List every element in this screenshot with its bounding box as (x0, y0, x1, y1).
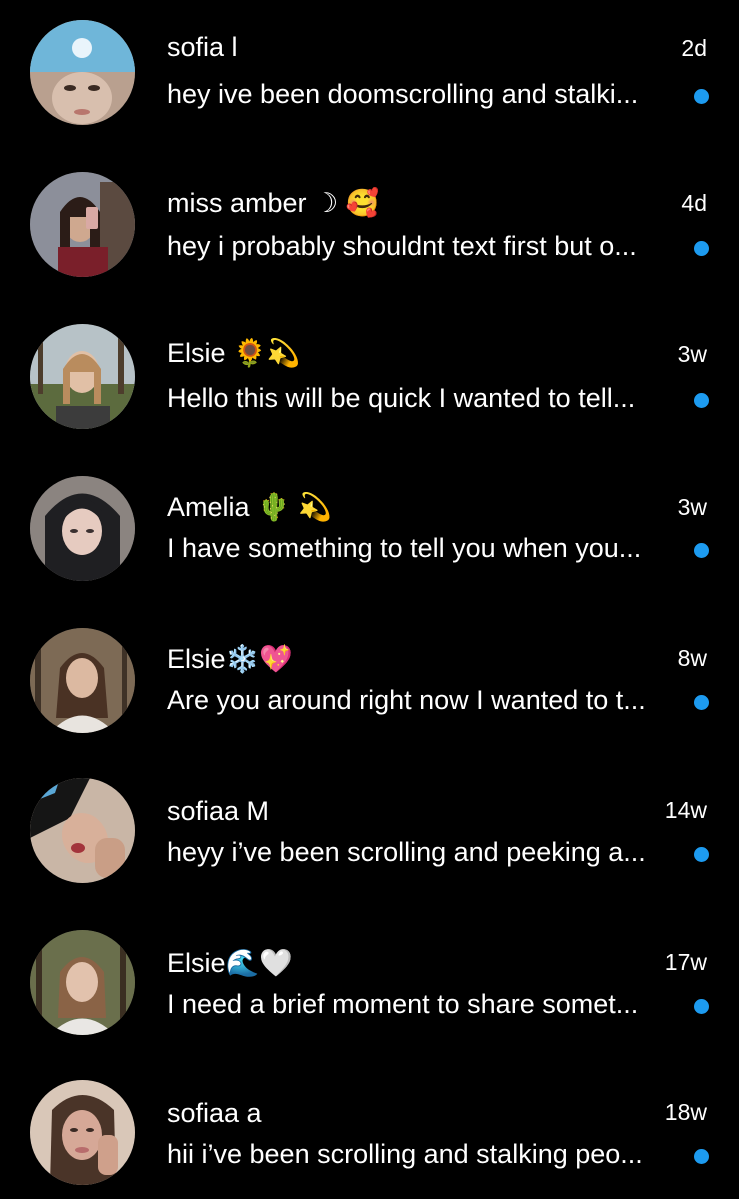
unread-dot-icon (694, 695, 709, 710)
thread-row[interactable]: sofiaa M 14w heyy i’ve been scrolling an… (0, 760, 739, 912)
message-preview: heyy i’ve been scrolling and peeking a..… (167, 837, 646, 867)
contact-name: Elsie🌊🤍 (167, 948, 293, 978)
timestamp: 18w (664, 1099, 707, 1125)
thread-row[interactable]: sofiaa a 18w hii i’ve been scrolling and… (0, 1064, 739, 1199)
person-avatar-icon[interactable] (30, 20, 135, 125)
thread-row[interactable]: Amelia 🌵 💫 3w I have something to tell y… (0, 456, 739, 608)
contact-name: Elsie 🌻💫 (167, 338, 301, 368)
message-preview: hii i’ve been scrolling and stalking peo… (167, 1139, 643, 1169)
contact-name: sofiaa M (167, 796, 270, 826)
message-preview: Hello this will be quick I wanted to tel… (167, 383, 636, 413)
message-preview: Are you around right now I wanted to t..… (167, 685, 646, 715)
person-avatar-icon[interactable] (30, 172, 135, 277)
contact-name: Amelia 🌵 💫 (167, 492, 332, 522)
contact-name: sofiaa a (167, 1098, 262, 1128)
unread-dot-icon (694, 543, 709, 558)
contact-name: sofia l (167, 32, 238, 62)
unread-dot-icon (694, 241, 709, 256)
timestamp: 2d (681, 35, 707, 61)
unread-dot-icon (694, 393, 709, 408)
contact-name: miss amber ☽ 🥰 (167, 188, 380, 218)
timestamp: 8w (677, 645, 707, 671)
unread-dot-icon (694, 999, 709, 1014)
timestamp: 17w (664, 949, 707, 975)
timestamp: 4d (681, 190, 707, 216)
message-preview: I have something to tell you when you... (167, 533, 642, 563)
person-avatar-icon[interactable] (30, 628, 135, 733)
timestamp: 14w (664, 797, 707, 823)
thread-row[interactable]: Elsie❄️💖 8w Are you around right now I w… (0, 608, 739, 760)
person-avatar-icon[interactable] (30, 778, 135, 883)
person-avatar-icon[interactable] (30, 1080, 135, 1185)
thread-row[interactable]: Elsie🌊🤍 17w I need a brief moment to sha… (0, 912, 739, 1064)
message-preview: hey ive been doomscrolling and stalki... (167, 79, 639, 109)
message-preview: hey i probably shouldnt text first but o… (167, 231, 637, 261)
thread-row[interactable]: miss amber ☽ 🥰 4d hey i probably shouldn… (0, 152, 739, 304)
unread-dot-icon (694, 89, 709, 104)
message-preview: I need a brief moment to share somet... (167, 989, 639, 1019)
thread-row[interactable]: Elsie 🌻💫 3w Hello this will be quick I w… (0, 304, 739, 456)
person-avatar-icon[interactable] (30, 324, 135, 429)
person-avatar-icon[interactable] (30, 930, 135, 1035)
unread-dot-icon (694, 1149, 709, 1164)
thread-row[interactable]: sofia l 2d hey ive been doomscrolling an… (0, 0, 739, 152)
timestamp: 3w (677, 341, 707, 367)
person-avatar-icon[interactable] (30, 476, 135, 581)
unread-dot-icon (694, 847, 709, 862)
contact-name: Elsie❄️💖 (167, 644, 293, 674)
message-thread-list: sofia l 2d hey ive been doomscrolling an… (0, 0, 739, 1199)
timestamp: 3w (677, 494, 707, 520)
